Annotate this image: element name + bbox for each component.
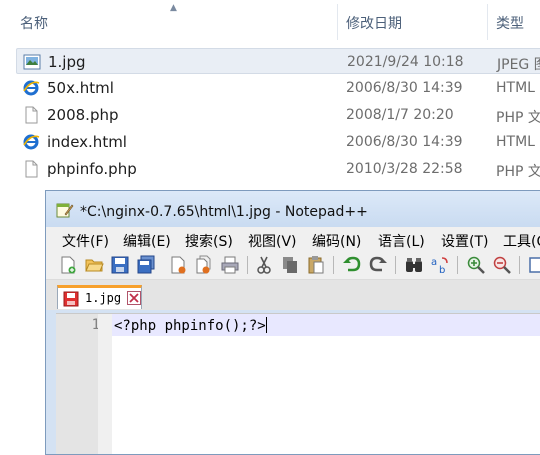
menu-encoding[interactable]: 编码(N) bbox=[312, 231, 361, 251]
column-separator[interactable] bbox=[337, 4, 338, 40]
file-type: PHP 文 bbox=[496, 164, 540, 180]
find-icon[interactable] bbox=[404, 255, 424, 275]
close-all-icon[interactable] bbox=[194, 255, 214, 275]
open-folder-icon[interactable] bbox=[84, 255, 104, 275]
menu-tools[interactable]: 工具(O) bbox=[503, 231, 540, 251]
file-type: HTML bbox=[496, 80, 535, 96]
undo-icon[interactable] bbox=[342, 255, 362, 275]
file-date: 2010/3/28 22:58 bbox=[346, 161, 463, 177]
column-date-header[interactable]: 修改日期 bbox=[346, 13, 402, 33]
sort-ascending-icon: ▲ bbox=[170, 3, 177, 13]
menu-bar: 文件(F) 编辑(E) 搜索(S) 视图(V) 编码(N) 语言(L) 设置(T… bbox=[46, 227, 540, 251]
tab-label: 1.jpg bbox=[85, 291, 122, 305]
text-editor[interactable]: 1 <?php phpinfo();?> bbox=[56, 313, 540, 454]
window-title: *C:\nginx-0.7.65\html\1.jpg - Notepad++ bbox=[80, 204, 368, 220]
ie-file-icon bbox=[23, 134, 40, 150]
menu-view[interactable]: 视图(V) bbox=[248, 231, 297, 251]
toolbar-separator bbox=[519, 256, 520, 274]
tab-bar: 1.jpg bbox=[46, 280, 540, 310]
file-name: index.html bbox=[47, 133, 127, 151]
zoom-out-icon[interactable] bbox=[492, 255, 512, 275]
fold-margin[interactable] bbox=[98, 314, 112, 454]
file-date: 2006/8/30 14:39 bbox=[346, 134, 463, 150]
ie-file-icon bbox=[23, 80, 40, 96]
column-type-header[interactable]: 类型 bbox=[496, 13, 524, 33]
copy-icon[interactable] bbox=[280, 255, 300, 275]
blank-file-icon bbox=[25, 160, 38, 178]
toolbar: a b bbox=[46, 251, 540, 280]
notepad-plus-plus-window: *C:\nginx-0.7.65\html\1.jpg - Notepad++ … bbox=[45, 190, 540, 455]
file-name: phpinfo.php bbox=[47, 160, 137, 178]
toolbar-separator bbox=[395, 256, 396, 274]
file-date: 2021/9/24 10:18 bbox=[347, 54, 464, 70]
menu-settings[interactable]: 设置(T) bbox=[441, 231, 488, 251]
new-file-icon[interactable] bbox=[58, 255, 78, 275]
menu-file[interactable]: 文件(F) bbox=[62, 231, 109, 251]
file-name: 50x.html bbox=[47, 79, 114, 97]
file-row-phpinfo-php[interactable]: phpinfo.php 2010/3/28 22:58 PHP 文 bbox=[16, 156, 540, 182]
menu-search[interactable]: 搜索(S) bbox=[185, 231, 233, 251]
code-line[interactable]: <?php phpinfo();?> bbox=[114, 317, 267, 334]
column-separator[interactable] bbox=[487, 4, 488, 40]
toolbar-separator bbox=[247, 256, 248, 274]
file-date: 2008/1/7 20:20 bbox=[346, 107, 454, 123]
file-row-50x-html[interactable]: 50x.html 2006/8/30 14:39 HTML bbox=[16, 75, 540, 101]
menu-language[interactable]: 语言(L) bbox=[378, 231, 425, 251]
paste-icon[interactable] bbox=[306, 255, 326, 275]
save-all-icon[interactable] bbox=[136, 255, 156, 275]
print-icon[interactable] bbox=[220, 255, 240, 275]
file-type: HTML bbox=[496, 134, 535, 150]
text-caret bbox=[265, 317, 267, 333]
svg-text:a: a bbox=[431, 257, 437, 268]
unsaved-file-icon bbox=[63, 291, 79, 307]
save-icon[interactable] bbox=[110, 255, 130, 275]
file-row-2008-php[interactable]: 2008.php 2008/1/7 20:20 PHP 文 bbox=[16, 102, 540, 128]
menu-edit[interactable]: 编辑(E) bbox=[123, 231, 171, 251]
file-row-1-jpg[interactable]: 1.jpg 2021/9/24 10:18 JPEG 图 bbox=[16, 48, 540, 74]
close-tab-icon[interactable] bbox=[127, 291, 141, 305]
redo-icon[interactable] bbox=[368, 255, 388, 275]
file-row-index-html[interactable]: index.html 2006/8/30 14:39 HTML bbox=[16, 129, 540, 155]
toolbar-separator bbox=[333, 256, 334, 274]
zoom-in-icon[interactable] bbox=[466, 255, 486, 275]
file-date: 2006/8/30 14:39 bbox=[346, 80, 463, 96]
file-name: 2008.php bbox=[47, 106, 119, 124]
sync-scroll-icon[interactable] bbox=[528, 255, 540, 275]
image-file-icon bbox=[23, 54, 41, 70]
toolbar-separator bbox=[457, 256, 458, 274]
tab-1-jpg[interactable]: 1.jpg bbox=[57, 285, 142, 309]
blank-file-icon bbox=[25, 106, 38, 124]
notepad-app-icon bbox=[56, 203, 74, 218]
file-name: 1.jpg bbox=[48, 53, 86, 71]
replace-icon[interactable]: a b bbox=[430, 255, 450, 275]
code-text: <?php phpinfo();?> bbox=[114, 318, 266, 334]
cut-icon[interactable] bbox=[254, 255, 274, 275]
svg-text:b: b bbox=[439, 265, 445, 275]
column-header: ▲ 名称 修改日期 类型 bbox=[0, 0, 540, 42]
window-titlebar[interactable]: *C:\nginx-0.7.65\html\1.jpg - Notepad++ bbox=[46, 191, 540, 227]
file-type: JPEG 图 bbox=[497, 57, 540, 73]
column-name-header[interactable]: 名称 bbox=[20, 13, 48, 33]
file-type: PHP 文 bbox=[496, 110, 540, 126]
close-file-icon[interactable] bbox=[168, 255, 188, 275]
